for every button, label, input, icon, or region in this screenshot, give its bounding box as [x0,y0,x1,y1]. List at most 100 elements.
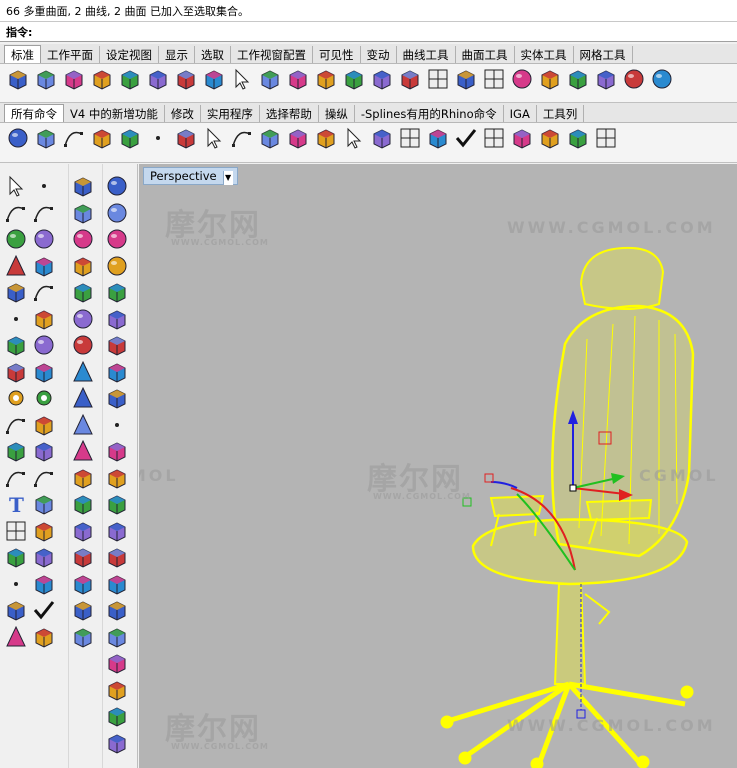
commands-tab-3[interactable]: 实用程序 [200,105,260,122]
commands-tab-0[interactable]: 所有命令 [4,104,64,122]
circle-snap-icon[interactable] [510,67,534,93]
fillet-icon[interactable] [4,466,28,488]
commands-tab-6[interactable]: -Splines有用的Rhino命令 [354,105,504,122]
block-icon[interactable] [4,545,28,568]
truncated-cone-icon[interactable] [71,360,95,382]
grid-dots-icon[interactable] [4,572,28,594]
box-arrow-icon[interactable] [202,126,226,152]
standard-tab-4[interactable]: 选取 [195,46,231,63]
box-edge-icon[interactable] [105,678,129,701]
box-open-icon[interactable] [105,572,129,595]
rotate-view-icon[interactable] [398,67,422,93]
x-box-icon[interactable] [538,126,562,152]
box-extrude-icon[interactable] [105,545,129,568]
standard-tab-1[interactable]: 工作平面 [41,46,100,63]
box-align-icon[interactable] [258,126,282,152]
dimension-icon[interactable] [32,492,56,515]
wedge-icon[interactable] [71,466,95,489]
lock-icon[interactable] [538,67,562,93]
copy-icon[interactable] [174,67,198,93]
cut-icon[interactable] [146,67,170,93]
rectangle-icon[interactable] [32,254,56,277]
layer-icon[interactable] [594,67,618,93]
sphere-render-icon[interactable] [650,67,674,93]
circle-icon[interactable] [4,227,28,249]
bracket-icon[interactable] [566,126,590,152]
cone-shape-icon[interactable] [71,386,95,408]
curve-cube-icon[interactable] [62,126,86,152]
standard-tab-2[interactable]: 设定视图 [100,46,159,63]
polygon-icon[interactable] [4,254,28,276]
pipe-bend-icon[interactable] [71,545,95,568]
standard-tab-9[interactable]: 曲面工具 [455,46,515,63]
sphere-solid-icon[interactable] [32,333,56,355]
patch-icon[interactable] [71,625,95,648]
cylinder-icon[interactable] [71,201,95,224]
mirror-icon[interactable] [32,519,56,542]
dots-cluster-icon[interactable] [105,413,129,435]
box-round-icon[interactable] [105,704,129,727]
group-icon[interactable] [32,439,56,462]
standard-tab-8[interactable]: 曲线工具 [396,46,456,63]
commands-tab-8[interactable]: 工具列 [536,105,585,122]
slab-icon[interactable] [105,492,129,515]
points-icon[interactable] [146,126,170,152]
car-render-icon[interactable] [454,67,478,93]
box-flat-icon[interactable] [105,439,129,462]
extrude-icon[interactable] [105,519,129,542]
tube-icon[interactable] [71,492,95,515]
half-sphere-icon[interactable] [71,333,95,355]
point-icon[interactable] [32,174,56,196]
standard-tab-10[interactable]: 实体工具 [514,46,574,63]
gear-icon[interactable] [4,386,28,408]
box-edit-icon[interactable] [118,126,142,152]
standard-tab-0[interactable]: 标准 [4,45,41,63]
cone-icon[interactable] [4,625,28,647]
import-icon[interactable] [118,67,142,93]
arrow-down-icon[interactable] [342,126,366,152]
mesh-surface-icon[interactable] [32,360,56,383]
box-move-icon[interactable] [510,126,534,152]
standard-tab-5[interactable]: 工作视窗配置 [231,46,313,63]
standard-tab-7[interactable]: 变动 [360,46,397,63]
grid-box-icon[interactable] [398,126,422,152]
print-icon[interactable] [90,67,114,93]
grid-icon[interactable] [482,67,506,93]
four-viewports-icon[interactable] [426,67,450,93]
array-grid-icon[interactable] [4,519,28,541]
check-icon[interactable] [32,598,56,620]
sphere-split-icon[interactable] [105,254,129,276]
sweep-icon[interactable] [71,598,95,621]
box-cap-icon[interactable] [105,333,129,356]
surface-icon[interactable] [286,126,310,152]
curve-icon[interactable] [32,201,56,223]
arc-icon[interactable] [32,280,56,302]
undo-icon[interactable] [230,67,254,93]
layers-icon[interactable] [105,360,129,383]
cube-split-icon[interactable] [314,126,338,152]
commands-tab-7[interactable]: IGA [503,105,537,122]
torus-icon[interactable] [71,519,95,542]
open-folder-icon[interactable] [34,67,58,93]
power-icon[interactable] [6,126,30,152]
new-file-icon[interactable] [6,67,30,93]
tetrahedron-icon[interactable] [71,439,95,461]
zoom-icon[interactable] [314,67,338,93]
viewport-menu-arrow-icon[interactable]: ▼ [222,171,233,185]
box-corner-icon[interactable] [105,651,129,674]
cut-plane-icon[interactable] [4,598,28,621]
surface-edge-icon[interactable] [32,307,56,330]
standard-tab-6[interactable]: 可见性 [313,46,361,63]
ellipse-icon[interactable] [32,227,56,249]
box-small-icon[interactable] [105,466,129,489]
pan-hand-icon[interactable] [258,67,282,93]
sphere-icon[interactable] [71,227,95,249]
standard-tab-3[interactable]: 显示 [159,46,195,63]
ellipsoid-icon[interactable] [71,254,95,277]
perspective-viewport[interactable]: Perspective ▼ 摩尔网 WWW.CGMOL.COM WWW.CGMOL… [139,164,737,768]
array-icon[interactable] [90,126,114,152]
standard-tab-11[interactable]: 网格工具 [573,46,633,63]
pipe-icon[interactable] [174,126,198,152]
viewport-title-tab[interactable]: Perspective ▼ [143,167,238,185]
color-wheel-icon[interactable] [622,67,646,93]
